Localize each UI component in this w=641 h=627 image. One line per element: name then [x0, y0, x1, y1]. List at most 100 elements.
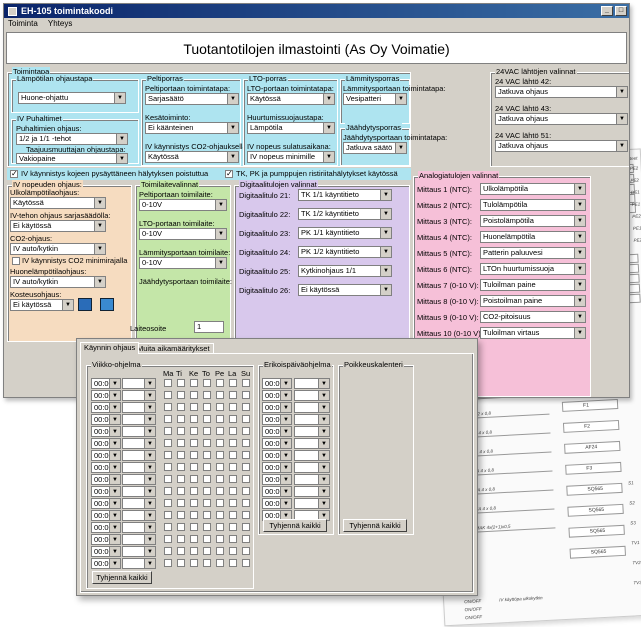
minimize-button[interactable]: _	[601, 6, 613, 16]
time-start-input[interactable]: 00:00	[91, 534, 121, 545]
co2-min-checkbox[interactable]	[12, 257, 20, 265]
time-end-select[interactable]	[122, 522, 156, 533]
time-start-input[interactable]: 00:00	[91, 522, 121, 533]
day-checkbox[interactable]	[164, 475, 172, 483]
time-start-input[interactable]: 00:00	[91, 450, 121, 461]
day-checkbox[interactable]	[177, 463, 185, 471]
day-checkbox[interactable]	[203, 475, 211, 483]
menu-toiminta[interactable]: Toiminta	[8, 19, 38, 28]
day-checkbox[interactable]	[242, 499, 250, 507]
lammitys-select[interactable]: Vesipatteri	[343, 93, 407, 105]
erik-time-select[interactable]	[294, 450, 330, 461]
day-checkbox[interactable]	[229, 487, 237, 495]
check1-checkbox[interactable]	[10, 169, 18, 179]
erik-time-select[interactable]	[294, 390, 330, 401]
day-checkbox[interactable]	[177, 523, 185, 531]
erik-time-input[interactable]: 00:00	[262, 486, 292, 497]
day-checkbox[interactable]	[164, 415, 172, 423]
time-end-select[interactable]	[122, 402, 156, 413]
taajuus-select[interactable]: Vakiopaine	[16, 153, 128, 164]
day-checkbox[interactable]	[229, 379, 237, 387]
day-checkbox[interactable]	[177, 475, 185, 483]
day-checkbox[interactable]	[177, 511, 185, 519]
digitaali-select[interactable]: Ei käytössä	[298, 284, 392, 296]
day-checkbox[interactable]	[164, 523, 172, 531]
analogia-select[interactable]: Patterin paluuvesi	[480, 247, 586, 259]
erik-time-input[interactable]: 00:00	[262, 462, 292, 473]
analogia-select[interactable]: CO2-pitoisuus	[480, 311, 586, 323]
time-end-select[interactable]	[122, 462, 156, 473]
day-checkbox[interactable]	[242, 463, 250, 471]
erik-time-select[interactable]	[294, 414, 330, 425]
time-start-input[interactable]: 00:00	[91, 558, 121, 569]
erik-time-input[interactable]: 00:00	[262, 390, 292, 401]
erik-time-input[interactable]: 00:00	[262, 402, 292, 413]
erik-time-input[interactable]: 00:00	[262, 378, 292, 389]
day-checkbox[interactable]	[229, 427, 237, 435]
pelti-select[interactable]: Sarjasäätö	[145, 93, 239, 105]
day-checkbox[interactable]	[216, 451, 224, 459]
day-checkbox[interactable]	[229, 559, 237, 567]
day-checkbox[interactable]	[203, 547, 211, 555]
erik-time-select[interactable]	[294, 474, 330, 485]
erik-time-input[interactable]: 00:00	[262, 450, 292, 461]
day-checkbox[interactable]	[203, 427, 211, 435]
day-checkbox[interactable]	[242, 547, 250, 555]
digitaali-select[interactable]: PK 1/1 käyntitieto	[298, 227, 392, 239]
laiteosoite-spinner[interactable]: 1	[194, 321, 224, 333]
day-checkbox[interactable]	[242, 511, 250, 519]
day-checkbox[interactable]	[216, 463, 224, 471]
day-checkbox[interactable]	[203, 451, 211, 459]
time-start-input[interactable]: 00:00	[91, 546, 121, 557]
day-checkbox[interactable]	[164, 379, 172, 387]
time-end-select[interactable]	[122, 546, 156, 557]
erik-time-select[interactable]	[294, 462, 330, 473]
teho-select[interactable]: Ei käytössä	[10, 220, 106, 232]
day-checkbox[interactable]	[216, 487, 224, 495]
menu-yhteys[interactable]: Yhteys	[48, 19, 72, 28]
time-start-input[interactable]: 00:00	[91, 474, 121, 485]
day-checkbox[interactable]	[190, 439, 198, 447]
time-end-select[interactable]	[122, 426, 156, 437]
analogia-select[interactable]: Huonelämpötila	[480, 231, 586, 243]
save-icon[interactable]	[78, 298, 92, 311]
check2-checkbox[interactable]	[225, 169, 233, 179]
erik-time-input[interactable]: 00:00	[262, 474, 292, 485]
day-checkbox[interactable]	[242, 475, 250, 483]
day-checkbox[interactable]	[203, 535, 211, 543]
lto-select[interactable]: Käytössä	[247, 93, 335, 105]
day-checkbox[interactable]	[229, 475, 237, 483]
analogia-select[interactable]: Tuloilman paine	[480, 279, 586, 291]
day-checkbox[interactable]	[177, 451, 185, 459]
day-checkbox[interactable]	[177, 547, 185, 555]
day-checkbox[interactable]	[190, 451, 198, 459]
time-start-input[interactable]: 00:00	[91, 486, 121, 497]
day-checkbox[interactable]	[164, 463, 172, 471]
erik-time-input[interactable]: 00:00	[262, 426, 292, 437]
co2-kaynnistys-select[interactable]: Käytössä	[145, 151, 239, 163]
time-end-select[interactable]	[122, 558, 156, 569]
day-checkbox[interactable]	[216, 427, 224, 435]
day-checkbox[interactable]	[203, 415, 211, 423]
day-checkbox[interactable]	[229, 415, 237, 423]
analogia-select[interactable]: Poistolämpötila	[480, 215, 586, 227]
time-start-input[interactable]: 00:00	[91, 438, 121, 449]
day-checkbox[interactable]	[177, 499, 185, 507]
time-end-select[interactable]	[122, 510, 156, 521]
day-checkbox[interactable]	[229, 403, 237, 411]
day-checkbox[interactable]	[203, 559, 211, 567]
erik-time-select[interactable]	[294, 438, 330, 449]
day-checkbox[interactable]	[164, 427, 172, 435]
day-checkbox[interactable]	[216, 511, 224, 519]
day-checkbox[interactable]	[242, 523, 250, 531]
day-checkbox[interactable]	[203, 391, 211, 399]
day-checkbox[interactable]	[216, 439, 224, 447]
day-checkbox[interactable]	[190, 391, 198, 399]
toimilaite-select[interactable]: 0-10V	[139, 199, 227, 211]
day-checkbox[interactable]	[190, 511, 198, 519]
day-checkbox[interactable]	[164, 499, 172, 507]
time-start-input[interactable]: 00:00	[91, 402, 121, 413]
maximize-button[interactable]: □	[615, 6, 627, 16]
day-checkbox[interactable]	[177, 559, 185, 567]
digitaali-select[interactable]: Kytkinohjaus 1/1	[298, 265, 392, 277]
